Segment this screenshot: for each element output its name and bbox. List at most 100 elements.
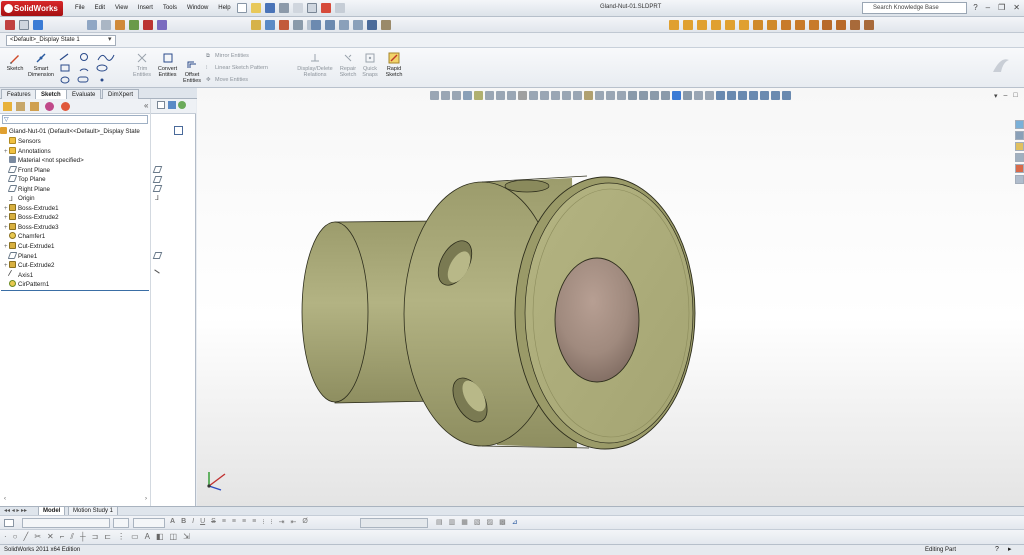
custom-properties-icon[interactable] [738, 20, 749, 30]
restore-icon[interactable]: ❐ [998, 3, 1005, 12]
strikethrough-icon[interactable]: S [211, 518, 216, 526]
tree-item-origin[interactable]: ⅃ Origin [4, 194, 35, 204]
simulation-icon[interactable] [780, 20, 791, 30]
pattern-tool-icon[interactable]: ⋮ [117, 532, 125, 542]
centerline-tool-icon[interactable]: ┼ [80, 532, 86, 542]
menu-tools[interactable]: Tools [158, 3, 182, 14]
panel-splitter[interactable] [150, 99, 151, 506]
sketch-picture-icon[interactable]: ◧ [156, 532, 164, 542]
convert-entities-button[interactable]: Convert Entities [155, 50, 180, 78]
color-display-mode-icon[interactable]: ▩ [499, 518, 506, 526]
offset-tool-icon[interactable]: ⫽ [70, 532, 74, 542]
tree-item-cut-extrude1[interactable]: + Cut-Extrude1 [4, 242, 54, 252]
font-select[interactable] [22, 518, 110, 528]
zoom-area-icon[interactable] [324, 20, 335, 30]
underline-icon[interactable]: U [200, 518, 205, 526]
appearances-icon[interactable] [724, 20, 735, 30]
panel-option-3-icon[interactable] [178, 101, 186, 109]
tree-filter-input[interactable]: ▽ [2, 115, 148, 124]
circle-icon[interactable] [80, 53, 88, 61]
block-icon[interactable]: ◫ [170, 532, 178, 542]
line-tool-icon[interactable]: ╱ [24, 532, 29, 542]
view-palette-icon[interactable] [1015, 153, 1024, 162]
tree-item-top-plane[interactable]: Top Plane [4, 175, 46, 185]
costing-icon[interactable] [794, 20, 805, 30]
design-library-icon[interactable] [682, 20, 693, 30]
cut-tool-icon[interactable] [278, 20, 289, 30]
chevron-down-icon[interactable]: ▾ [108, 35, 112, 43]
extrude-tool-icon[interactable] [128, 20, 139, 30]
settings-icon[interactable] [864, 20, 875, 30]
design-library-icon[interactable] [1015, 131, 1024, 140]
height-input[interactable] [133, 518, 165, 528]
tree-item-boss-extrude2[interactable]: + Boss-Extrude2 [4, 213, 59, 223]
bold-icon[interactable]: A [170, 518, 175, 526]
line-style-icon[interactable]: ▧ [474, 518, 481, 526]
point-tool-icon[interactable]: · [4, 532, 7, 542]
help-icon[interactable]: ? [973, 3, 977, 12]
feature-manager-tab-icon[interactable] [3, 102, 12, 111]
dimxpert-manager-tab-icon[interactable] [45, 102, 54, 111]
fillet-tool-icon[interactable]: ⌐ [60, 532, 65, 542]
sketch-relations-icon[interactable] [752, 20, 763, 30]
scroll-right-icon[interactable]: › [145, 496, 147, 502]
save-icon[interactable] [264, 3, 275, 13]
layer-select[interactable] [360, 518, 428, 528]
solidworks-resources-icon[interactable] [1015, 120, 1024, 129]
display-manager-tab-icon[interactable] [61, 102, 70, 111]
tab-dimxpert[interactable]: DimXpert [102, 89, 140, 99]
status-customize-icon[interactable]: ▸ [1008, 545, 1012, 555]
origin-visibility-icon[interactable]: ⅃ [155, 194, 159, 202]
pattern-tool-icon[interactable] [292, 20, 303, 30]
measure-icon[interactable] [156, 20, 167, 30]
graphics-area[interactable]: ▾ – □ ✕ [197, 88, 1024, 506]
undo-icon[interactable] [292, 3, 303, 13]
text-icon[interactable] [4, 519, 14, 527]
zoom-fit-icon[interactable] [311, 20, 321, 30]
line-thickness-icon[interactable]: ▦ [461, 518, 468, 526]
align-left-icon[interactable]: ≡ [222, 518, 226, 526]
close-icon[interactable]: ✕ [1013, 3, 1020, 12]
sketch-tool-icon[interactable] [5, 20, 15, 30]
sketch-relations-bar-icon[interactable]: ⊿ [512, 518, 518, 526]
sustainability-icon[interactable] [808, 20, 819, 30]
arc-icon[interactable] [79, 68, 89, 72]
italic-icon[interactable]: I [192, 518, 194, 526]
custom-properties-icon[interactable] [1015, 175, 1024, 184]
line-icon[interactable] [59, 53, 69, 61]
display-delete-relations-button[interactable]: Display/Delete Relations [295, 50, 335, 78]
justify-icon[interactable]: ≡ [252, 518, 256, 526]
center-bore[interactable] [554, 257, 640, 383]
panel-option-2-icon[interactable] [168, 101, 176, 109]
trim-entities-button[interactable]: Trim Entities [131, 50, 153, 78]
status-help-icon[interactable]: ? [995, 545, 999, 555]
print-icon[interactable] [278, 3, 289, 13]
property-manager-tab-icon[interactable] [16, 102, 25, 111]
minimize-icon[interactable]: – [986, 3, 990, 12]
tree-item-chamfer1[interactable]: Chamfer1 [4, 232, 45, 242]
construction-icon[interactable]: ⇲ [183, 532, 190, 542]
tree-item-sensors[interactable]: Sensors [4, 137, 41, 147]
scroll-left-icon[interactable]: ‹ [4, 496, 6, 502]
addins-icon[interactable] [836, 20, 847, 30]
tab-features[interactable]: Features [1, 89, 37, 99]
panel-option-1-icon[interactable] [157, 101, 165, 109]
rectangle-tool-icon[interactable]: ▭ [131, 532, 139, 542]
view-orientation-icon[interactable] [366, 20, 377, 30]
smart-dimension-button[interactable]: Smart Dimension [27, 50, 55, 78]
options-icon[interactable] [334, 3, 345, 13]
align-center-icon[interactable]: ≡ [232, 518, 236, 526]
new-document-icon[interactable] [237, 3, 247, 13]
search-input[interactable]: Search Knowledge Base [862, 2, 967, 14]
tree-item-material[interactable]: Material <not specified> [4, 156, 84, 166]
bullets-icon[interactable]: ⁝ [270, 518, 272, 526]
tree-item-cirpattern1[interactable]: CirPattern1 [4, 280, 49, 290]
revolve-icon[interactable] [264, 20, 275, 30]
indent-icon[interactable]: ⇥ [279, 518, 285, 526]
tools-icon[interactable] [850, 20, 861, 30]
polygon-icon[interactable] [60, 76, 70, 84]
line-color-icon[interactable]: ▥ [449, 518, 456, 526]
point-icon[interactable] [100, 78, 104, 82]
ellipse-icon[interactable] [96, 64, 108, 72]
render-icon[interactable] [766, 20, 777, 30]
